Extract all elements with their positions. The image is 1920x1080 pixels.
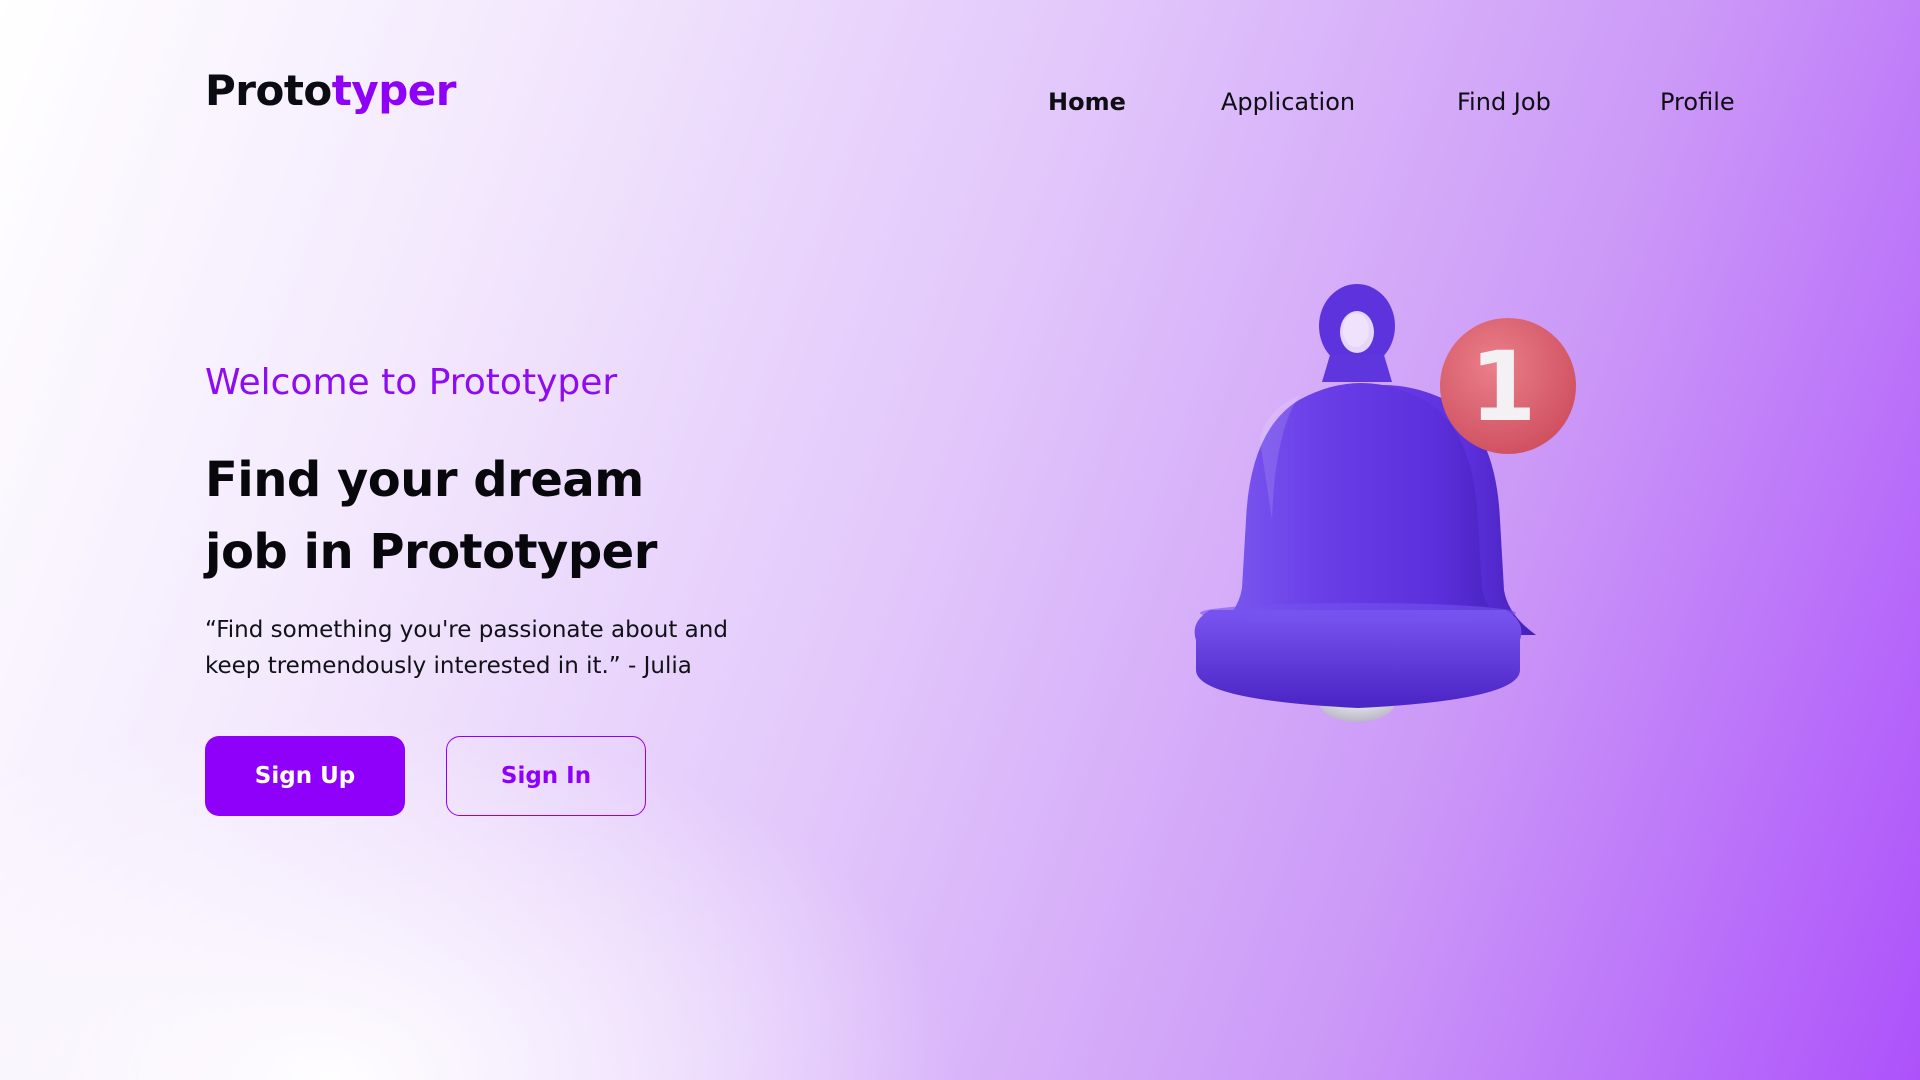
sign-up-button[interactable]: Sign Up xyxy=(205,736,405,816)
nav-item-find-job[interactable]: Find Job xyxy=(1457,88,1551,116)
main-nav: Home Application Find Job Profile xyxy=(0,88,1920,128)
welcome-text: Welcome to Prototyper xyxy=(205,362,618,403)
quote-line-1: “Find something you're passionate about … xyxy=(205,617,728,643)
sign-in-button[interactable]: Sign In xyxy=(446,736,646,816)
quote-line-2: keep tremendously interested in it.” - J… xyxy=(205,653,692,679)
quote-text: “Find something you're passionate about … xyxy=(205,612,805,684)
nav-item-application[interactable]: Application xyxy=(1221,88,1355,116)
headline-line-1: Find your dream xyxy=(205,452,644,508)
headline-line-2: job in Prototyper xyxy=(205,524,657,580)
notification-illustration: 1 xyxy=(1170,270,1600,740)
bell-icon: 1 xyxy=(1194,284,1576,722)
page-title: Find your dream job in Prototyper xyxy=(205,444,657,588)
nav-item-profile[interactable]: Profile xyxy=(1660,88,1735,116)
nav-item-home[interactable]: Home xyxy=(1048,88,1126,116)
badge-count: 1 xyxy=(1470,331,1537,443)
